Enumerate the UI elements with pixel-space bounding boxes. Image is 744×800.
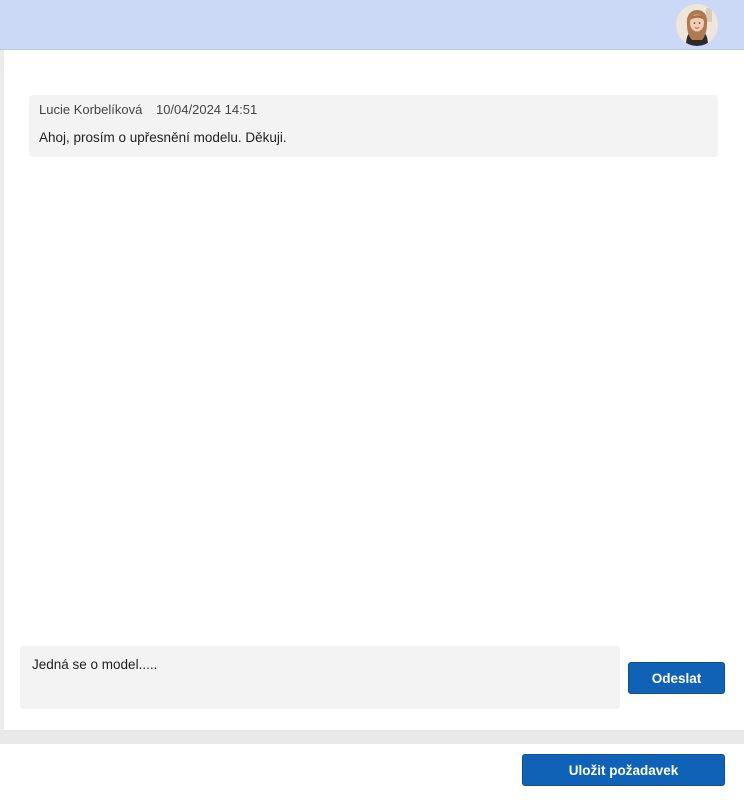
message-text: Ahoj, prosím o upřesnění modelu. Děkuji. [39, 130, 287, 145]
top-bar [0, 0, 744, 50]
chat-panel: Lucie Korbelíková 10/04/2024 14:51 Ahoj,… [4, 50, 744, 730]
message-input[interactable]: Jedná se o model..... [20, 646, 620, 709]
chat-message: Lucie Korbelíková 10/04/2024 14:51 Ahoj,… [29, 95, 718, 157]
message-meta: Lucie Korbelíková 10/04/2024 14:51 [39, 101, 708, 119]
send-button[interactable]: Odeslat [628, 662, 725, 694]
page: Lucie Korbelíková 10/04/2024 14:51 Ahoj,… [0, 0, 744, 800]
message-timestamp: 10/04/2024 14:51 [155, 102, 258, 117]
footer-divider [0, 730, 744, 744]
avatar-photo-icon [676, 4, 718, 46]
message-author: Lucie Korbelíková [39, 102, 143, 117]
save-request-button[interactable]: Uložit požadavek [522, 754, 725, 786]
user-avatar[interactable] [676, 4, 718, 46]
